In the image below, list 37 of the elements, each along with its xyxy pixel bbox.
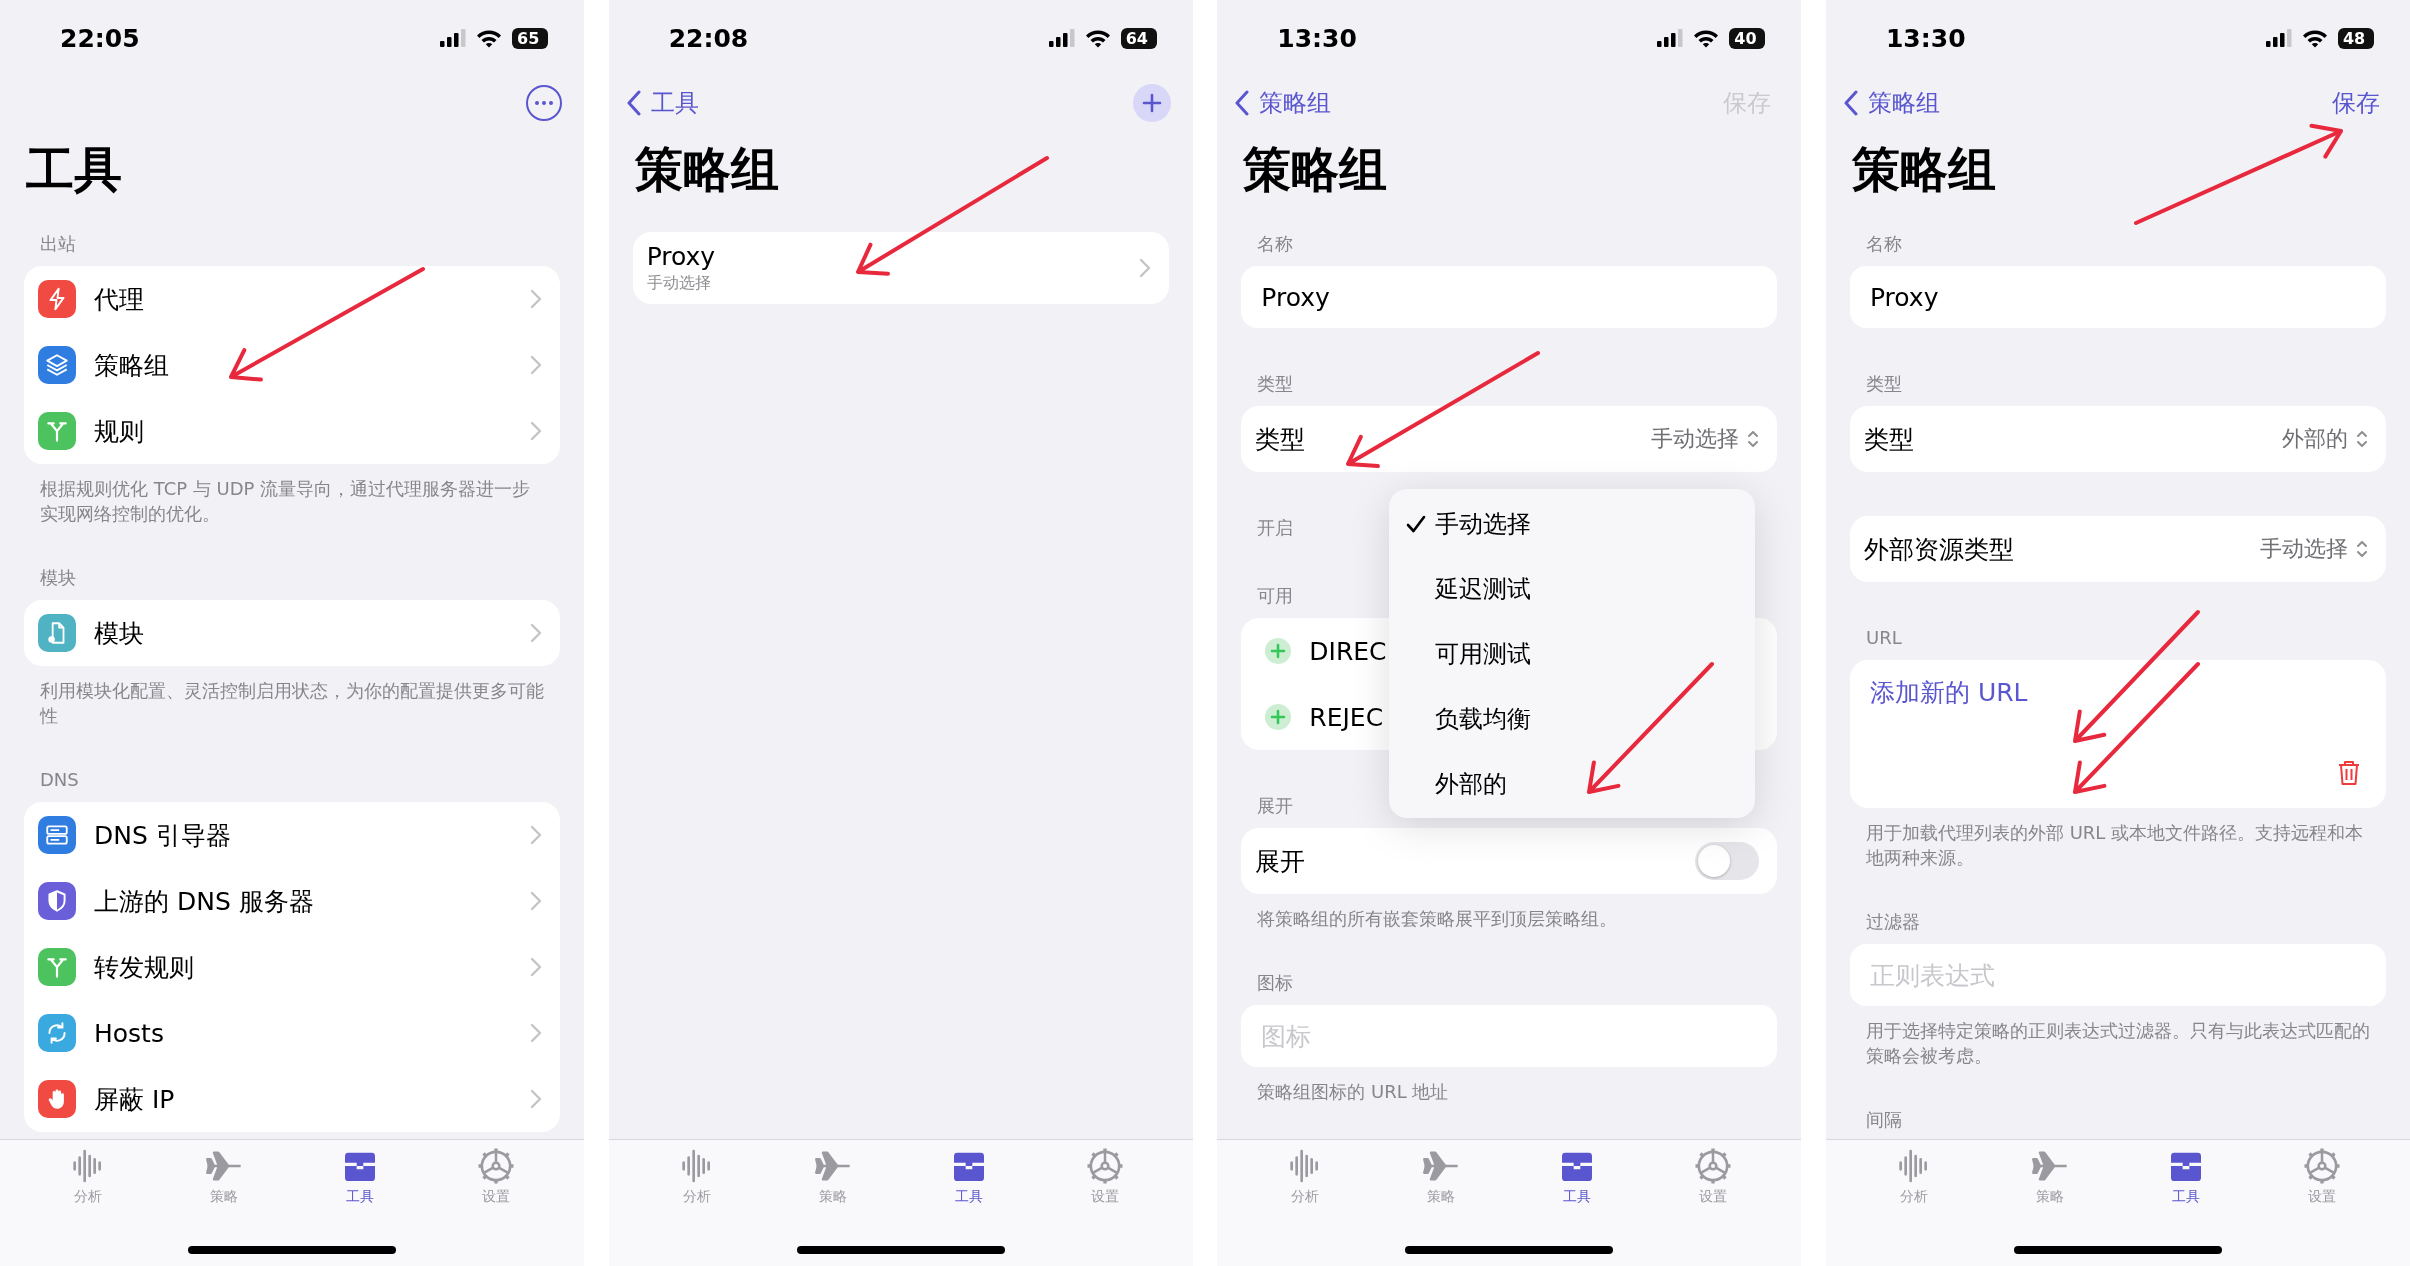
footer-text: 将策略组的所有嵌套策略展平到顶层策略组。 — [1256, 907, 1619, 931]
section-header: 模块 — [39, 566, 77, 590]
battery-level: 40 — [1729, 27, 1766, 49]
status-time: 22:08 — [668, 23, 749, 53]
footer-text: 利用模块化配置、灵活控制启用状态，为你的配置提供更多可能性 — [38, 679, 545, 728]
section-header: 名称 — [1256, 232, 1295, 256]
footer-text: 用于加载代理列表的外部 URL 或本地文件路径。支持远程和本地两种来源。 — [1864, 821, 2365, 870]
section-header: 名称 — [1864, 232, 1903, 256]
section-header: 图标 — [1256, 971, 1295, 995]
toggle-label: 展开 — [1255, 845, 1306, 878]
battery-level: 48 — [2337, 27, 2374, 49]
page-title: 策略组 — [1851, 140, 1996, 199]
section-header: DNS — [39, 768, 80, 792]
section-header: 过滤器 — [1864, 910, 1921, 934]
battery-level: 64 — [1120, 27, 1157, 49]
battery-level: 65 — [512, 27, 548, 49]
section-header: URL — [1864, 626, 1903, 650]
section-header: 展开 — [1256, 794, 1295, 818]
page-title: 策略组 — [634, 140, 779, 199]
footer-text: 根据规则优化 TCP 与 UDP 流量导向，通过代理服务器进一步实现网络控制的优化。 — [39, 477, 532, 526]
section-header: 间隔 — [1864, 1108, 1903, 1132]
page-title: 工具 — [26, 140, 122, 199]
section-header: 出站 — [39, 232, 77, 256]
page-title: 策略组 — [1243, 140, 1388, 199]
section-header: 类型 — [1864, 372, 1903, 396]
field-label: 外部资源类型 — [1863, 533, 2014, 566]
subtitle-text: 手动选择 — [646, 273, 712, 294]
footer-text: 策略组图标的 URL 地址 — [1256, 1080, 1450, 1104]
field-label: 类型 — [1255, 423, 1306, 456]
section-header: 可用 — [1256, 584, 1295, 608]
status-time: 13:30 — [1885, 23, 1966, 53]
section-header: 开启 — [1256, 516, 1295, 540]
footer-text: 用于选择特定策略的正则表达式过滤器。只有与此表达式匹配的策略会被考虑。 — [1864, 1019, 2371, 1068]
section-header: 类型 — [1256, 372, 1295, 396]
status-time: 22:05 — [60, 23, 140, 53]
field-label: 类型 — [1863, 423, 1914, 456]
status-time: 13:30 — [1277, 23, 1357, 53]
